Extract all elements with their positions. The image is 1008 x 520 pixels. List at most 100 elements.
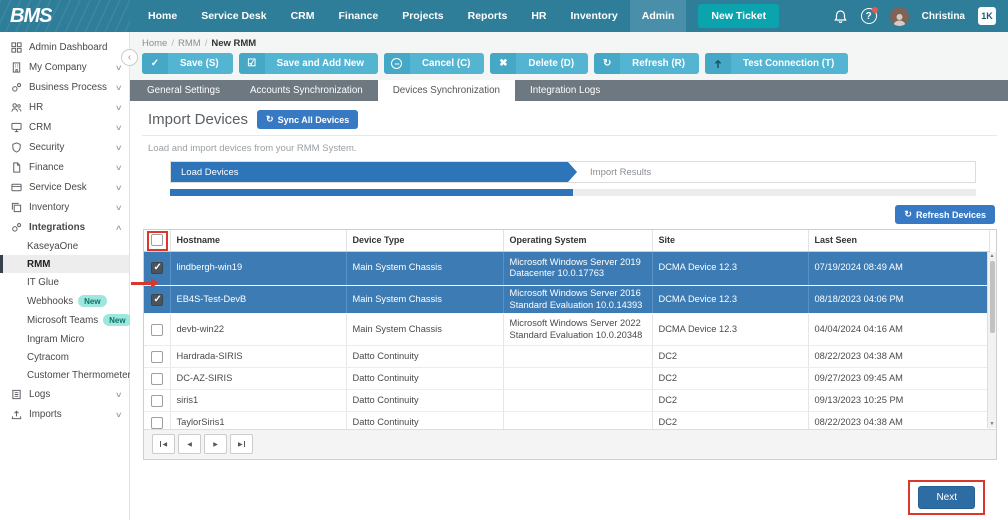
column-device-type[interactable]: Device Type <box>346 230 503 251</box>
save-button[interactable]: ✓ Save (S) <box>142 53 233 74</box>
row-checkbox[interactable] <box>151 294 163 306</box>
tab-accounts-synchronization[interactable]: Accounts Synchronization <box>235 80 378 101</box>
help-icon[interactable]: ? <box>861 8 877 24</box>
top-nav-menu: Home Service Desk CRM Finance Projects R… <box>136 0 779 32</box>
help-notification-dot <box>872 7 878 13</box>
top-right-controls: ? Christina 1K <box>833 7 1008 26</box>
pagination-bar: ◀ ◀ ▶ ▶ <box>144 429 996 459</box>
next-button[interactable]: Next <box>918 486 975 509</box>
sidebar-item-imports[interactable]: Imports ∨ <box>0 405 129 425</box>
breadcrumb-rmm[interactable]: RMM <box>178 38 201 49</box>
import-progress-bar <box>170 189 976 196</box>
table-scrollbar[interactable]: ▲ ▼ <box>987 252 996 428</box>
scroll-up-icon[interactable]: ▲ <box>988 253 996 259</box>
sidebar-item-integrations[interactable]: Integrations ∧ <box>0 217 129 237</box>
tab-integration-logs[interactable]: Integration Logs <box>515 80 615 101</box>
sidebar-item-service-desk[interactable]: Service Desk ∨ <box>0 177 129 197</box>
column-operating-system[interactable]: Operating System <box>503 230 652 251</box>
action-toolbar: ✓ Save (S) ☑ Save and Add New − Cancel (… <box>130 50 1008 80</box>
nav-finance[interactable]: Finance <box>327 0 391 32</box>
sidebar-item-ingram-micro[interactable]: Ingram Micro <box>0 330 129 348</box>
table-row[interactable]: DC-AZ-SIRIS Datto Continuity DC2 09/27/2… <box>144 368 989 390</box>
scrollbar-thumb[interactable] <box>990 261 995 333</box>
nav-reports[interactable]: Reports <box>456 0 520 32</box>
column-last-seen[interactable]: Last Seen <box>808 230 989 251</box>
sidebar-item-hr[interactable]: HR ∨ <box>0 97 129 117</box>
table-row[interactable]: siris1 Datto Continuity DC2 09/13/2023 1… <box>144 390 989 412</box>
refresh-icon: ↻ <box>594 53 620 74</box>
tab-general-settings[interactable]: General Settings <box>132 80 235 101</box>
tab-devices-synchronization[interactable]: Devices Synchronization <box>378 80 515 101</box>
table-row[interactable]: TaylorSiris1 Datto Continuity DC2 08/22/… <box>144 412 989 429</box>
sidebar-item-admin-dashboard[interactable]: Admin Dashboard <box>0 37 129 57</box>
refresh-button[interactable]: ↻ Refresh (R) <box>594 53 699 74</box>
cancel-button[interactable]: − Cancel (C) <box>384 53 484 74</box>
row-checkbox[interactable] <box>151 417 163 429</box>
row-checkbox[interactable] <box>151 351 163 363</box>
table-row[interactable]: lindbergh-win19 Main System Chassis Micr… <box>144 252 989 286</box>
sidebar-item-logs[interactable]: Logs ∨ <box>0 385 129 405</box>
nav-inventory[interactable]: Inventory <box>558 0 629 32</box>
document-icon <box>10 161 22 173</box>
sidebar-item-rmm[interactable]: RMM <box>0 255 129 273</box>
nav-home[interactable]: Home <box>136 0 189 32</box>
sync-all-devices-button[interactable]: ↻ Sync All Devices <box>257 110 358 129</box>
avatar[interactable] <box>890 7 909 26</box>
devices-table-body: lindbergh-win19 Main System Chassis Micr… <box>144 252 990 429</box>
column-hostname[interactable]: Hostname <box>170 230 346 251</box>
row-checkbox[interactable] <box>151 262 163 274</box>
column-site[interactable]: Site <box>652 230 808 251</box>
sidebar-item-customer-thermometer[interactable]: Customer Thermometer <box>0 366 129 384</box>
table-row[interactable]: Hardrada-SIRIS Datto Continuity DC2 08/2… <box>144 346 989 368</box>
sidebar-item-business-process[interactable]: Business Process ∨ <box>0 77 129 97</box>
nav-projects[interactable]: Projects <box>390 0 455 32</box>
row-checkbox[interactable] <box>151 324 163 336</box>
minus-circle-icon: − <box>384 53 410 74</box>
select-all-checkbox[interactable] <box>151 234 163 246</box>
sidebar-item-it-glue[interactable]: IT Glue <box>0 273 129 291</box>
building-icon <box>10 61 22 73</box>
import-wizard-steps: Load Devices Import Results <box>170 161 976 183</box>
row-checkbox[interactable] <box>151 395 163 407</box>
nav-service-desk[interactable]: Service Desk <box>189 0 278 32</box>
save-and-add-new-button[interactable]: ☑ Save and Add New <box>239 53 378 74</box>
import-description: Load and import devices from your RMM Sy… <box>142 136 997 154</box>
sidebar-collapse-button[interactable]: ‹ <box>121 49 138 66</box>
kaseyaone-icon[interactable]: 1K <box>978 7 996 25</box>
breadcrumb-home[interactable]: Home <box>142 38 167 49</box>
sidebar-item-kaseyaone[interactable]: KaseyaOne <box>0 237 129 255</box>
notifications-bell-icon[interactable] <box>833 9 848 24</box>
first-page-button[interactable]: ◀ <box>152 434 175 454</box>
sidebar-item-microsoft-teams[interactable]: Microsoft Teams New <box>0 311 129 330</box>
sidebar-item-inventory[interactable]: Inventory ∨ <box>0 197 129 217</box>
sidebar-item-my-company[interactable]: My Company ∨ <box>0 57 129 77</box>
top-navigation-bar: BMS Home Service Desk CRM Finance Projec… <box>0 0 1008 32</box>
refresh-icon: ↻ <box>266 114 274 125</box>
sidebar-item-crm[interactable]: CRM ∨ <box>0 117 129 137</box>
table-row[interactable]: EB4S-Test-DevB Main System Chassis Micro… <box>144 286 989 314</box>
nav-hr[interactable]: HR <box>519 0 558 32</box>
new-ticket-button[interactable]: New Ticket <box>698 4 779 28</box>
chevron-down-icon: ∨ <box>114 163 122 172</box>
test-connection-button[interactable]: Test Connection (T) <box>705 53 848 74</box>
user-name[interactable]: Christina <box>922 11 965 22</box>
nav-crm[interactable]: CRM <box>279 0 327 32</box>
sidebar-item-webhooks[interactable]: Webhooks New <box>0 292 129 311</box>
table-row[interactable]: devb-win22 Main System Chassis Microsoft… <box>144 314 989 346</box>
sidebar-item-finance[interactable]: Finance ∨ <box>0 157 129 177</box>
refresh-devices-button[interactable]: ↻ Refresh Devices <box>895 205 995 224</box>
check-icon: ✓ <box>142 53 168 74</box>
card-icon <box>10 181 22 193</box>
chevron-down-icon: ∨ <box>114 63 122 72</box>
last-page-button[interactable]: ▶ <box>230 434 253 454</box>
import-progress-fill <box>170 189 573 196</box>
sidebar-item-security[interactable]: Security ∨ <box>0 137 129 157</box>
sidebar-item-cytracom[interactable]: Cytracom <box>0 348 129 366</box>
scroll-down-icon[interactable]: ▼ <box>988 421 996 427</box>
next-page-button[interactable]: ▶ <box>204 434 227 454</box>
previous-page-button[interactable]: ◀ <box>178 434 201 454</box>
row-checkbox[interactable] <box>151 373 163 385</box>
delete-button[interactable]: ✖ Delete (D) <box>490 53 588 74</box>
copy-boxes-icon <box>10 201 22 213</box>
nav-admin[interactable]: Admin <box>630 0 687 32</box>
